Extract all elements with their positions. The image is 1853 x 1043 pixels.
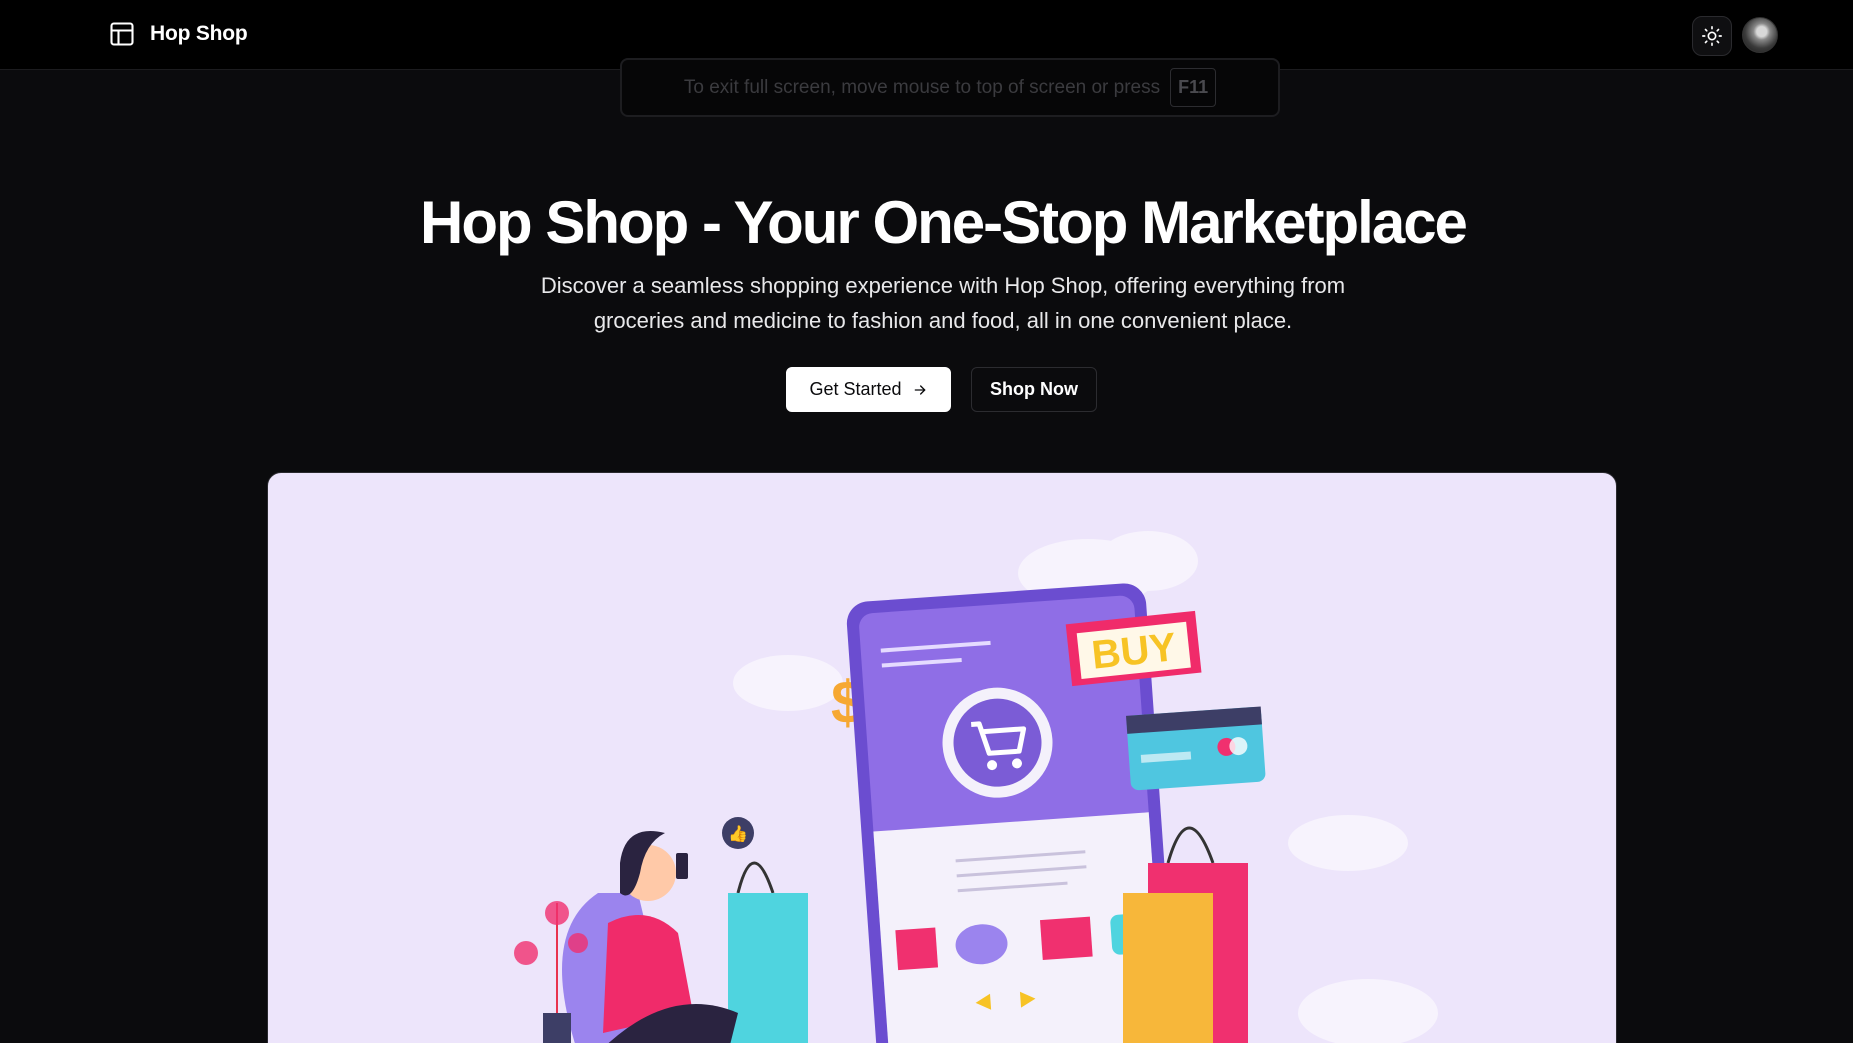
hero-subtitle-line-1: Discover a seamless shopping experience … <box>540 273 1346 298</box>
brand-name: Hop Shop <box>150 22 248 45</box>
arrow-right-icon <box>914 384 925 395</box>
buy-label: BUY <box>1090 625 1179 678</box>
shop-now-label: Shop Now <box>990 379 1078 399</box>
shop-now-button[interactable]: Shop Now <box>971 367 1097 412</box>
hero-subtitle-line-2: groceries and medicine to fashion and fo… <box>593 308 1293 333</box>
hero-subtitle: Discover a seamless shopping experience … <box>500 268 1386 338</box>
svg-text:👍: 👍 <box>728 824 748 843</box>
brand-link[interactable]: Hop Shop <box>108 20 248 48</box>
get-started-label: Get Started <box>809 379 902 399</box>
hero-title: Hop Shop - Your One-Stop Marketplace <box>420 189 1468 256</box>
layout-panel-icon <box>110 22 134 46</box>
user-avatar[interactable] <box>1742 17 1778 53</box>
sun-icon <box>1702 26 1722 46</box>
shopping-illustration: $ $ BUY <box>514 531 1438 1043</box>
fullscreen-notice-text: To exit full screen, move mouse to top o… <box>683 76 1161 98</box>
fullscreen-notice: To exit full screen, move mouse to top o… <box>620 58 1280 117</box>
theme-toggle-button[interactable] <box>1692 16 1732 56</box>
get-started-button[interactable]: Get Started <box>786 367 951 412</box>
fullscreen-key-badge: F11 <box>1170 68 1217 107</box>
hero-image-panel: $ $ BUY <box>267 472 1617 1043</box>
